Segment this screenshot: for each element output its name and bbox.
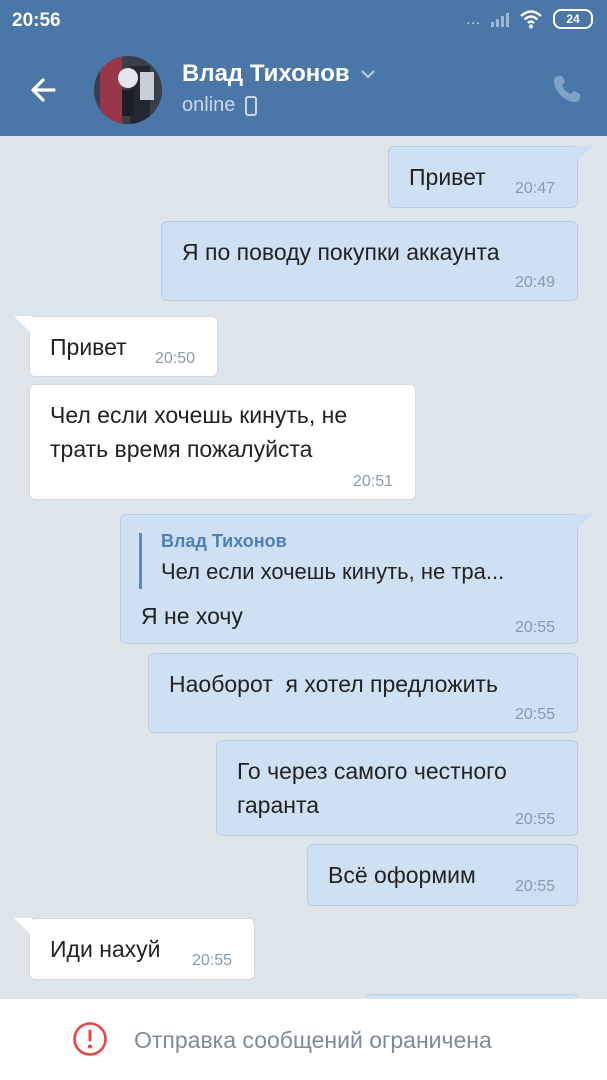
- message-outgoing[interactable]: Привет 20:47: [388, 146, 593, 208]
- contact-name-text: Влад Тихонов: [182, 60, 350, 87]
- battery-icon: 24: [553, 9, 593, 29]
- back-button[interactable]: [24, 70, 64, 110]
- message-text: Го через самого честного гаранта: [237, 758, 507, 818]
- message-time: 20:47: [515, 180, 556, 197]
- message-text: Привет: [50, 334, 127, 360]
- contact-name[interactable]: Влад Тихонов: [182, 60, 376, 88]
- avatar[interactable]: [94, 56, 162, 124]
- phone-icon: [554, 76, 580, 102]
- message-outgoing[interactable]: Я по поводу покупки аккаунта 20:49: [161, 221, 578, 301]
- message-text: Всё оформим: [328, 862, 476, 888]
- status-time: 20:56: [12, 10, 61, 31]
- message-time: 20:55: [515, 706, 556, 723]
- message-outgoing[interactable]: Всё оформим 20:55: [307, 844, 578, 906]
- status-bar: 20:56 ... 24: [0, 0, 607, 42]
- more-dots-icon: ...: [466, 11, 481, 27]
- online-status: online: [182, 94, 236, 116]
- chevron-down-icon[interactable]: [360, 68, 376, 80]
- signal-icon: [491, 11, 509, 27]
- message-time: 20:55: [515, 878, 556, 895]
- message-outgoing[interactable]: Наоборот я хотел предложить 20:55: [148, 653, 578, 733]
- message-list[interactable]: Привет 20:47 Я по поводу покупки аккаунт…: [0, 136, 607, 998]
- message-outgoing[interactable]: Го через самого честного гаранта 20:55: [216, 740, 578, 836]
- message-text: Я по поводу покупки аккаунта: [182, 239, 500, 265]
- mobile-phone-icon: [245, 95, 258, 116]
- message-text: Я не хочу: [141, 603, 243, 629]
- reply-author[interactable]: Влад Тихонов: [161, 531, 287, 552]
- message-time: 20:55: [515, 811, 556, 828]
- wifi-icon: [520, 10, 542, 29]
- message-text: Иди нахуй: [50, 936, 161, 962]
- contact-status: online: [182, 94, 258, 117]
- battery-level: 24: [566, 12, 580, 26]
- message-outgoing-reply[interactable]: Влад Тихонов Чел если хочешь кинуть, не …: [120, 514, 593, 644]
- message-text: Привет: [409, 164, 486, 190]
- arrow-left-icon: [31, 78, 56, 102]
- status-icons: ... 24: [466, 9, 593, 29]
- reply-text[interactable]: Чел если хочешь кинуть, не тра...: [161, 559, 504, 585]
- message-time: 20:50: [155, 350, 196, 367]
- message-time: 20:49: [515, 274, 556, 291]
- message-time: 20:55: [192, 952, 233, 969]
- message-incoming[interactable]: Чел если хочешь кинуть, не трать время п…: [29, 384, 416, 500]
- message-incoming[interactable]: Привет 20:50: [14, 316, 218, 377]
- message-time: 20:51: [353, 473, 394, 490]
- alert-circle-icon: [73, 1022, 107, 1056]
- restriction-text: Отправка сообщений ограничена: [134, 1027, 492, 1053]
- message-text: Наоборот я хотел предложить: [169, 671, 498, 697]
- message-time: 20:55: [515, 619, 556, 636]
- call-button[interactable]: [550, 72, 584, 106]
- reply-quote-bar: [139, 533, 142, 589]
- message-restriction-bar: Отправка сообщений ограничена: [0, 998, 607, 1080]
- chat-header: Влад Тихонов online: [0, 42, 607, 136]
- message-text: Чел если хочешь кинуть, не трать время п…: [50, 402, 348, 462]
- message-incoming[interactable]: Иди нахуй 20:55: [14, 918, 255, 980]
